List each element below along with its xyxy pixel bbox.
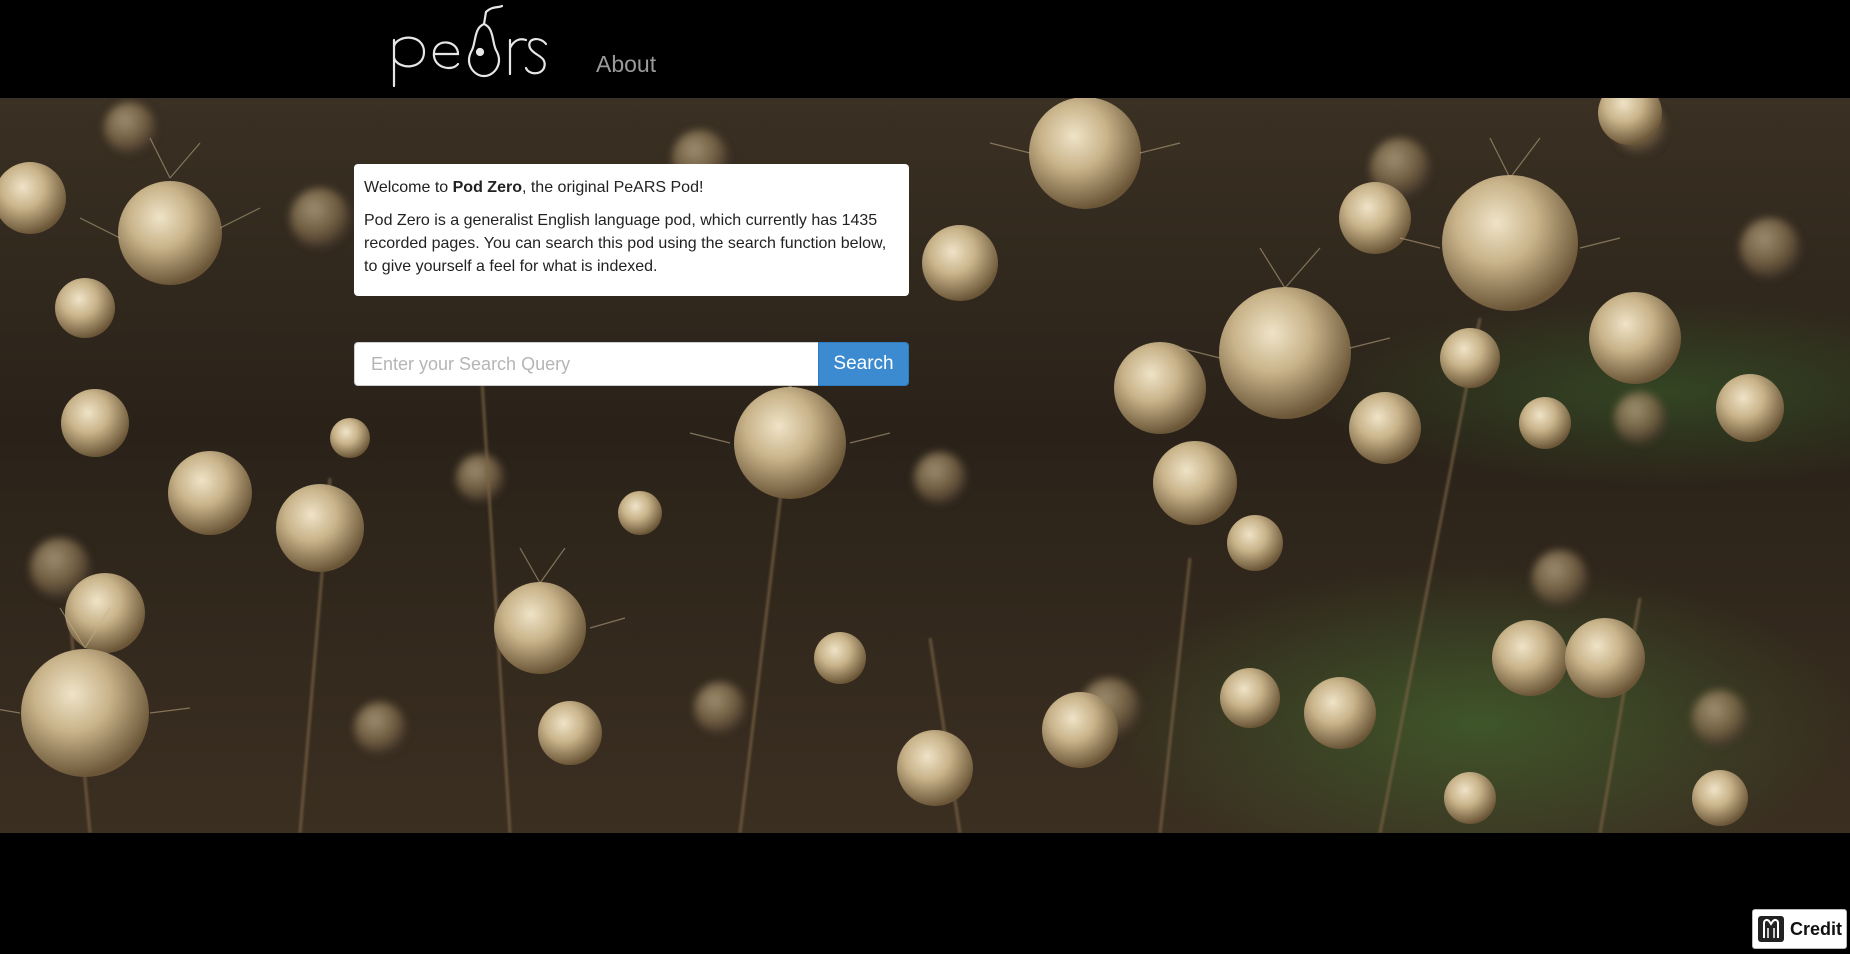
search-button[interactable]: Search <box>818 342 909 386</box>
navbar: About <box>0 0 1850 98</box>
hero-background: Welcome to Pod Zero, the original PeARS … <box>0 98 1850 833</box>
search-input[interactable] <box>354 342 818 386</box>
pod-description: Pod Zero is a generalist English languag… <box>364 212 887 275</box>
welcome-intro: Welcome to Pod Zero, the original PeARS … <box>364 176 899 199</box>
nav-about-link[interactable]: About <box>596 51 656 78</box>
welcome-intro-prefix: Welcome to <box>364 179 453 196</box>
welcome-box: Welcome to Pod Zero, the original PeARS … <box>354 164 909 296</box>
pod-name: Pod Zero <box>452 179 522 196</box>
credit-button[interactable]: Credit <box>1752 909 1847 949</box>
pears-logo[interactable] <box>388 2 548 90</box>
welcome-intro-suffix: , the original PeARS Pod! <box>521 179 704 196</box>
search-form: Search <box>354 342 909 386</box>
camera-icon <box>1758 916 1784 942</box>
credit-label: Credit <box>1790 918 1843 939</box>
seed-pods-photo <box>0 98 1800 833</box>
